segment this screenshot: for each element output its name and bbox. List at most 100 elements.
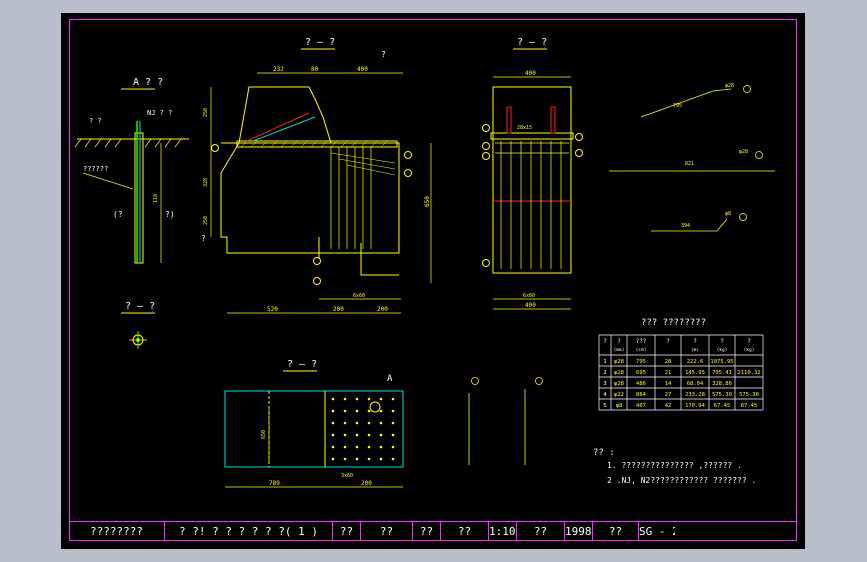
table-cell: 42 <box>665 403 672 409</box>
dim-plan-right: 200 <box>361 480 372 487</box>
pile-dot <box>355 421 359 425</box>
table-cell: 407 <box>636 403 646 409</box>
svg-text:394: 394 <box>681 223 690 229</box>
pile-dot <box>331 397 335 401</box>
anchor-bolt-left <box>506 106 512 134</box>
title-block-cell: ?? <box>593 522 639 541</box>
plan-pile-grid <box>331 397 395 461</box>
table-cell: 795 <box>636 359 646 365</box>
dim-right-bottom: 400 <box>525 302 536 309</box>
table-cell: φ28 <box>614 381 624 387</box>
table-cell: 27 <box>665 392 672 398</box>
note-intro: ?? : <box>593 448 615 458</box>
dim-top-3: 400 <box>357 66 368 73</box>
table-unit-cell: (kg) <box>717 347 728 353</box>
table-cell: 2110.32 <box>737 370 760 376</box>
bracket-right: ?) <box>165 210 175 219</box>
pile-dot <box>391 445 395 449</box>
rebar-red-1 <box>246 112 310 142</box>
section-2-outline <box>492 86 572 274</box>
table-cell: φ8 <box>616 403 623 409</box>
table-header-cell: ? <box>603 338 607 345</box>
svg-text:6x60: 6x60 <box>523 293 535 299</box>
title-block-cell: ?? <box>517 522 565 541</box>
table-cell: 67.45 <box>741 403 758 409</box>
table-grid: ? ?(mm)???(cm)? ?(m)?(kg)?(kg)1 φ28 795 28 222… <box>598 334 764 411</box>
pile-dot <box>367 445 371 449</box>
table-cell: 1 <box>603 359 606 365</box>
pile-dot <box>343 421 347 425</box>
table-unit-cell: (kg) <box>744 347 755 353</box>
dim-bottom-2: 200 <box>333 306 344 313</box>
note-1: 1. ??????????????? ,?????? . <box>607 461 742 470</box>
table-cell: φ22 <box>614 392 624 398</box>
table-cell: 486 <box>636 381 646 387</box>
pile-dot <box>379 445 383 449</box>
pile-dot <box>331 433 335 437</box>
table-cell: 21 <box>665 370 672 376</box>
small-section-title: ? — ? <box>125 301 155 312</box>
pile-dot <box>331 445 335 449</box>
description-label: ?????? <box>83 165 108 173</box>
table-cell: 4 <box>603 392 607 398</box>
pile-dot <box>355 445 359 449</box>
abutment-outline <box>220 86 400 254</box>
svg-text:φ8: φ8 <box>725 211 731 217</box>
svg-text:118: 118 <box>153 194 159 203</box>
title-block: ????????? ?! ? ? ? ? ? ?( 1 )???????? 1:1… <box>69 521 797 541</box>
title-block-cell: ???????? <box>69 522 165 541</box>
a-view: A ? ? ? ? NJ ? ? ?????? (? ?) 118 ? — ? <box>74 77 189 349</box>
title-block-cell: ?? <box>441 522 489 541</box>
table-cell: 328.86 <box>712 381 732 387</box>
table-cell: 28 <box>665 359 672 365</box>
pile-dot <box>367 421 371 425</box>
pile-dot <box>355 433 359 437</box>
svg-text:28x15: 28x15 <box>517 125 532 131</box>
table-unit-cell: (cm) <box>636 347 647 353</box>
a-view-title: A ? ? <box>133 77 163 88</box>
table-header-cell: ? <box>747 338 751 345</box>
dim-bottom-3: 200 <box>377 306 388 313</box>
title-block-cell: 1998.9 <box>565 522 593 541</box>
section-view-title-1: ? — ? <box>305 37 335 48</box>
pile-dot <box>343 409 347 413</box>
pile-dot <box>367 409 371 413</box>
table-cell: 170.94 <box>685 403 706 409</box>
pile-dot <box>391 433 395 437</box>
section-view-2: ? — ? 400 28x15 6x60 400 <box>482 37 583 310</box>
title-block-cell: ?? <box>413 522 441 541</box>
pile-dot <box>391 457 395 461</box>
table-cell: 14 <box>665 381 672 387</box>
rebar-details <box>609 85 775 232</box>
section-marker-1: ? <box>201 234 206 243</box>
title-block-cell: ?? <box>361 522 413 541</box>
svg-text:φ28: φ28 <box>739 149 748 155</box>
pile-dot <box>391 397 395 401</box>
pile-dot <box>355 409 359 413</box>
table-cell: 222.6 <box>687 359 704 365</box>
pile-dot <box>391 421 395 425</box>
dim-height-main: 650 <box>424 196 431 207</box>
plan-view: ? — ? A 789 200 3x60 650 <box>224 359 404 488</box>
svg-text:821: 821 <box>685 161 694 167</box>
pile-dot <box>343 445 347 449</box>
svg-text:650: 650 <box>261 430 267 439</box>
plan-view-title: ? — ? <box>287 359 317 370</box>
svg-text:250: 250 <box>203 108 209 117</box>
table-header-cell: ? <box>693 338 697 345</box>
table-header-cell: ??? <box>636 338 647 345</box>
pile-dot <box>355 457 359 461</box>
svg-text:φ28: φ28 <box>725 83 734 89</box>
table-header-cell: ? <box>666 338 670 345</box>
pile-dot <box>379 433 383 437</box>
table-cell: 5 <box>603 403 606 409</box>
pile-dot <box>379 409 383 413</box>
title-block-cell: 1:100 <box>489 522 517 541</box>
pile-dot <box>379 397 383 401</box>
svg-text:328: 328 <box>203 178 209 187</box>
nj-label: NJ ? ? <box>147 109 172 117</box>
drawing-canvas: A ? ? ? ? NJ ? ? ?????? (? ?) 118 ? — ? <box>74 37 775 488</box>
table-cell: 68.04 <box>687 381 704 387</box>
ground-label: ? ? <box>89 117 102 125</box>
table-header-cell: ? <box>617 338 621 345</box>
